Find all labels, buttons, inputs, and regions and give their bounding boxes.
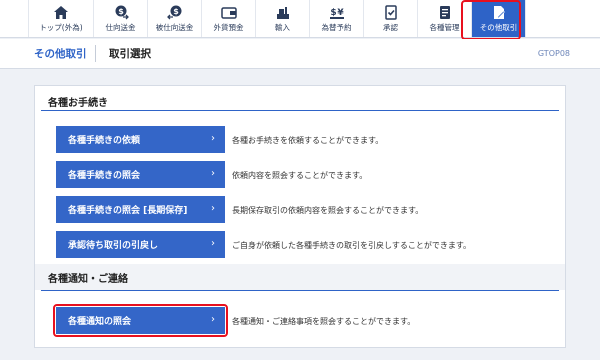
nav-item-incoming-remittance[interactable]: $ 被仕向送金 — [148, 0, 202, 37]
management-icon — [439, 5, 450, 19]
svg-text:$: $ — [118, 7, 124, 16]
nav-item-approval[interactable]: 承認 — [364, 0, 418, 37]
button-label: 各種手続きの照会 — [68, 171, 141, 181]
nav-label: 輸入 — [275, 22, 290, 32]
incoming-remittance-icon: $ — [166, 5, 181, 19]
breadcrumb-divider — [95, 45, 96, 62]
outgoing-remittance-icon: $ — [115, 5, 129, 19]
chevron-right-icon: › — [211, 168, 215, 179]
action-description: 依頼内容を照会することができます。 — [232, 171, 368, 180]
action-description: 各種お手続きを依頼することができます。 — [232, 136, 384, 145]
svg-text:$: $ — [330, 8, 336, 18]
chevron-right-icon: › — [211, 203, 215, 214]
action-description: ご自身が依頼した各種手続きの取引を引戻しすることができます。 — [232, 241, 472, 250]
chevron-right-icon: › — [211, 133, 215, 144]
nav-item-import[interactable]: 輸入 — [256, 0, 310, 37]
svg-text:$: $ — [173, 7, 179, 16]
section-divider — [41, 110, 559, 111]
nav-item-foreign-deposit[interactable]: 外貨預金 — [202, 0, 256, 37]
section-title-procedures: 各種お手続き — [48, 98, 108, 109]
procedure-inquiry-button[interactable]: 各種手続きの照会 › — [56, 161, 225, 188]
section-title-notifications: 各種通知・ご連絡 — [48, 274, 128, 285]
action-description: 各種通知・ご連絡事項を照会することができます。 — [232, 317, 416, 326]
screen-id: GTOP08 — [537, 49, 570, 58]
procedure-inquiry-long-term-button[interactable]: 各種手続きの照会 [長期保存] › — [56, 196, 225, 223]
foreign-deposit-icon — [220, 6, 237, 19]
page-title: 取引選択 — [109, 48, 151, 60]
button-label: 各種手続きの照会 [長期保存] — [68, 206, 188, 216]
home-icon — [54, 5, 68, 19]
nav-label: 被仕向送金 — [155, 22, 194, 32]
import-icon — [276, 6, 289, 19]
nav-label: 為替予約 — [321, 22, 352, 32]
svg-text:¥: ¥ — [337, 8, 344, 18]
active-tab-highlight — [461, 0, 521, 40]
nav-label: 外貨預金 — [213, 22, 244, 32]
nav-label: 仕向送金 — [105, 22, 136, 32]
breadcrumb: その他取引 取引選択 GTOP08 — [0, 39, 600, 69]
transaction-selection-panel: 各種お手続き 各種手続きの依頼 › 各種お手続きを依頼することができます。 各種… — [34, 85, 566, 348]
exchange-contract-icon: $ ¥ — [329, 8, 344, 19]
approval-icon — [384, 4, 397, 20]
button-label: 各種手続きの依頼 — [68, 136, 141, 146]
nav-label: トップ(外為) — [39, 22, 83, 32]
withdraw-pending-button[interactable]: 承認待ち取引の引戻し › — [56, 231, 225, 258]
nav-label: 各種管理 — [429, 22, 460, 32]
section-divider — [41, 290, 559, 291]
button-highlight — [53, 304, 228, 337]
nav-item-exchange-contract[interactable]: $ ¥ 為替予約 — [310, 0, 364, 37]
nav-item-top[interactable]: トップ(外為) — [28, 0, 94, 37]
action-description: 長期保存取引の依頼内容を照会することができます。 — [232, 206, 424, 215]
button-label: 承認待ち取引の引戻し — [68, 241, 159, 251]
nav-label: 承認 — [383, 22, 398, 32]
procedure-request-button[interactable]: 各種手続きの依頼 › — [56, 126, 225, 153]
nav-item-outgoing-remittance[interactable]: $ 仕向送金 — [94, 0, 148, 37]
chevron-right-icon: › — [211, 238, 215, 249]
breadcrumb-parent[interactable]: その他取引 — [34, 46, 87, 61]
